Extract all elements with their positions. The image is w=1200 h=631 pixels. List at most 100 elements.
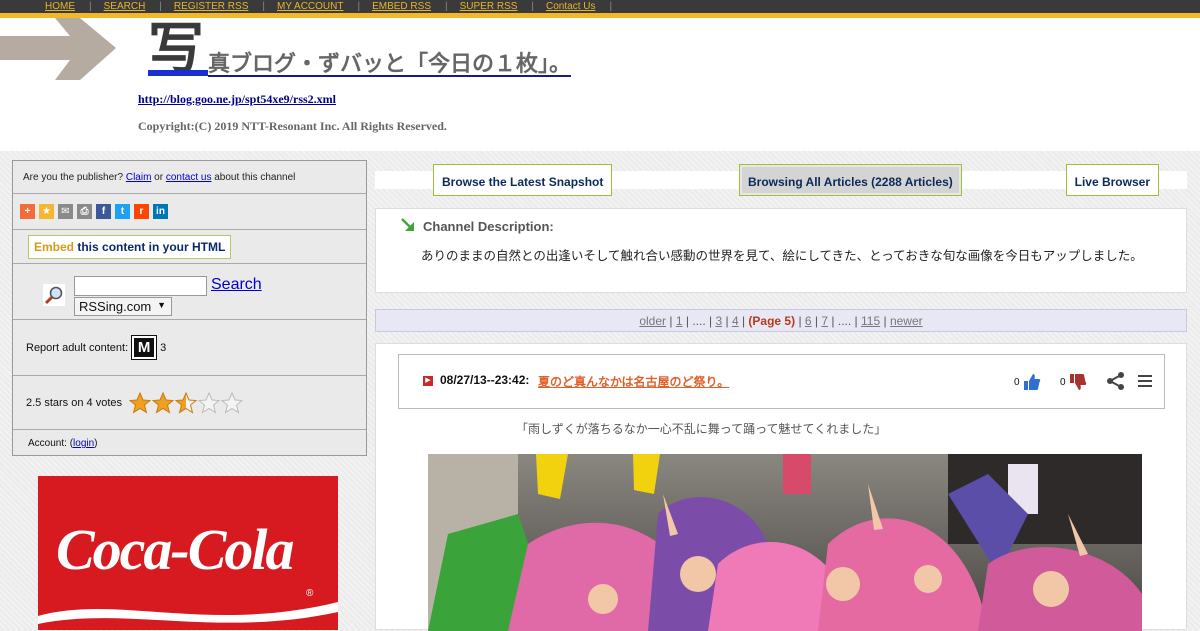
ad-wave-shape [38,602,338,630]
contact-us-link[interactable]: contact us [166,172,212,183]
nav-home[interactable]: HOME [45,1,75,12]
festival-photo[interactable] [428,454,1142,631]
channel-description: Channel Description: ありのままの自然との出逢いそして触れ合… [375,208,1187,293]
login-link[interactable]: login [73,438,94,449]
pager-current: (Page 5) [748,314,796,328]
nav-divider: | [609,1,613,12]
pagination: older | 1 | .... | 3 | 4 | (Page 5) | 6 … [375,309,1187,332]
reddit-icon[interactable]: r [134,204,149,219]
adult-label: Report adult content: [26,341,129,354]
copyright-text: Copyright:(C) 2019 NTT-Resonant Inc. All… [138,119,447,133]
or-text: or [151,172,166,183]
ad-brand-text: Coca-Cola [56,517,295,582]
star-rating [129,391,243,414]
channel-header: 写 真ブログ・ずバッと「今日の１枚」。 http://blog.goo.ne.j… [0,17,1200,151]
article-excerpt: 「雨しずくが落ちるなか一心不乱に舞って踊って魅せてくれました」 [516,422,887,436]
adult-report-row: Report adult content: M 3 [13,320,366,376]
star-icon[interactable] [129,391,151,414]
star-icon[interactable] [198,391,220,414]
rating-row: 2.5 stars on 4 votes [13,376,366,430]
nav-my-account[interactable]: MY ACCOUNT [277,1,344,12]
nav-divider: | [445,1,448,12]
publisher-text: Are you the publisher? [23,172,126,183]
search-site-select[interactable]: RSSing.com ▼ [74,297,172,316]
pager-page-6[interactable]: 6 [805,314,812,328]
vote-down[interactable]: 0 [1060,373,1087,391]
star-icon[interactable] [221,391,243,414]
thumbs-down-icon[interactable] [1069,373,1087,391]
browse-all-articles-button[interactable]: Browsing All Articles (2288 Articles) [739,164,962,196]
star-icon[interactable] [175,391,197,414]
pager-older[interactable]: older [639,314,666,328]
vote-up-count: 0 [1014,376,1020,388]
nav-divider: | [357,1,361,12]
nav-register-rss[interactable]: REGISTER RSS [174,1,248,12]
vote-up[interactable]: 0 [1014,373,1041,391]
adult-count: 3 [160,341,167,354]
embed-rest-text: this content in your HTML [74,240,226,254]
pager-page-3[interactable]: 3 [715,314,722,328]
embed-row: Embed this content in your HTML [13,230,366,264]
search-link[interactable]: Search [211,276,262,294]
vote-down-count: 0 [1060,376,1066,388]
dropdown-arrow-icon: ▼ [157,300,166,310]
left-sidebar: Are you the publisher? Claim or contact … [12,160,367,456]
rating-label: 2.5 stars on 4 votes [26,396,122,409]
live-browser-button[interactable]: Live Browser [1065,164,1159,196]
nav-divider: | [262,1,265,12]
pager-page-115[interactable]: 115 [861,314,880,328]
share-icon[interactable] [1106,371,1126,391]
print-icon[interactable]: ⎙ [77,204,92,219]
description-title: Channel Description: [423,219,554,234]
nav-divider: | [89,1,92,12]
festival-photo-image [428,454,1142,631]
coca-cola-ad[interactable]: Coca-Cola ® [38,476,338,630]
arrow-logo-icon [0,18,116,80]
article-header: ▶ 08/27/13--23:42: 夏のど真んなかは名古屋のど祭り。 0 0 [398,354,1165,409]
embed-content-button[interactable]: Embed this content in your HTML [28,235,232,259]
account-row: Account: (login) [13,430,366,457]
search-input[interactable] [74,276,207,296]
nav-divider: | [531,1,535,12]
article-title-link[interactable]: 夏のど真んなかは名古屋のど祭り。 [538,373,729,390]
channel-title[interactable]: 真ブログ・ずバッと「今日の１枚」。 [208,46,571,78]
feed-url-link[interactable]: http://blog.goo.ne.jp/spt54xe9/rss2.xml [138,92,336,107]
browse-bar: Browse the Latest Snapshot Browsing All … [375,162,1187,198]
publisher-suffix-text: about this channel [211,172,296,183]
star-icon[interactable]: ★ [39,204,54,219]
thumbs-up-icon[interactable] [1023,373,1041,391]
account-label: Account: ( [28,438,74,449]
nav-super-rss[interactable]: SUPER RSS [460,1,518,12]
claim-link[interactable]: Claim [126,172,152,183]
pager-ellipsis: .... [692,314,706,328]
pager-page-1[interactable]: 1 [676,314,683,328]
green-arrow-icon [401,218,414,231]
magnifier-icon [43,284,65,306]
twitter-icon[interactable]: t [115,204,130,219]
article-card: ▶ 08/27/13--23:42: 夏のど真んなかは名古屋のど祭り。 0 0 [375,343,1187,631]
browse-latest-button[interactable]: Browse the Latest Snapshot [433,164,613,196]
top-navigation: HOME | SEARCH | REGISTER RSS | MY ACCOUNT | … [0,0,1200,18]
embed-highlight-text: Embed [34,240,75,254]
nav-search[interactable]: SEARCH [104,1,146,12]
email-icon[interactable]: ✉ [58,204,73,219]
menu-icon[interactable] [1138,374,1152,388]
description-text: ありのままの自然との出逢いそして触れ合い感動の世界を見て、絵にしてきた、とってお… [421,249,1143,263]
nav-contact-us[interactable]: Contact Us [546,1,595,12]
article-bullet-icon: ▶ [423,376,433,386]
pager-newer[interactable]: newer [890,314,923,328]
pager-page-7[interactable]: 7 [821,314,828,328]
mature-badge-icon[interactable]: M [131,335,158,360]
share-buttons-row: + ★ ✉ ⎙ f t r in [13,194,366,230]
svg-text:写: 写 [148,18,204,78]
nav-divider: | [159,1,162,12]
article-date: 08/27/13--23:42: [440,373,530,387]
title-first-char[interactable]: 写 [148,17,210,82]
nav-embed-rss[interactable]: EMBED RSS [372,1,431,12]
facebook-icon[interactable]: f [96,204,111,219]
plus-icon[interactable]: + [20,204,35,219]
account-close: ) [94,438,98,449]
linkedin-icon[interactable]: in [153,204,168,219]
star-icon[interactable] [152,391,174,414]
pager-page-4[interactable]: 4 [732,314,739,328]
